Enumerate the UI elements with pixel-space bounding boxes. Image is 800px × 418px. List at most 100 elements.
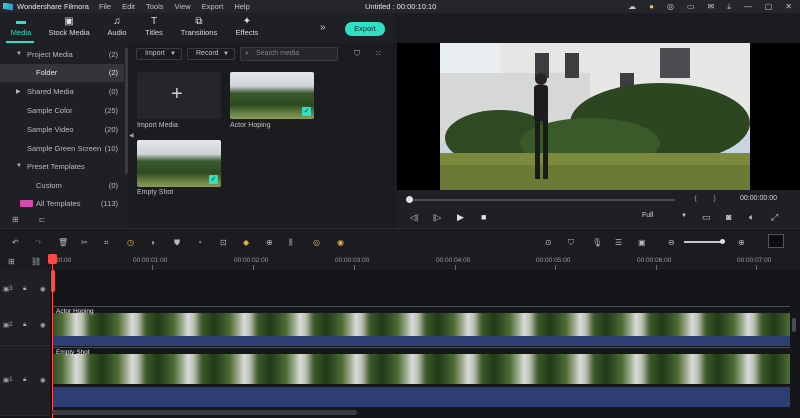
- next-marker-icon[interactable]: ⟩: [713, 194, 716, 203]
- record-dropdown[interactable]: Record ▼: [187, 48, 235, 60]
- cloud-icon[interactable]: ☁: [628, 2, 636, 11]
- menu-file[interactable]: File: [99, 2, 111, 11]
- menu-export[interactable]: Export: [202, 2, 224, 11]
- close-icon[interactable]: ✕: [785, 2, 792, 11]
- actor-hoping-thumbnail[interactable]: ✓: [230, 72, 314, 119]
- prev-marker-icon[interactable]: ⟨: [694, 194, 697, 203]
- voiceover-list-icon[interactable]: ☰: [615, 238, 622, 247]
- media-sidebar: ▼ Project Media (2) Folder (2) ▶ Shared Medi…: [0, 43, 128, 228]
- save-icon[interactable]: ▭: [687, 2, 695, 11]
- tab-media[interactable]: ▬ Media: [0, 16, 46, 37]
- maximize-icon[interactable]: ▢: [765, 2, 773, 11]
- keyframe-icon[interactable]: ◆: [243, 238, 249, 247]
- add-track-icon[interactable]: ⊞: [8, 257, 15, 266]
- download-icon[interactable]: ⤓: [727, 2, 731, 12]
- sidebar-item-all-templates[interactable]: All Templates (113): [0, 195, 124, 213]
- speed-icon[interactable]: ◷: [127, 238, 134, 247]
- new-folder-icon[interactable]: ⊞: [12, 215, 19, 224]
- sidebar-item-sample-video[interactable]: Sample Video (20): [0, 121, 124, 139]
- filter-icon[interactable]: ⛉: [354, 49, 360, 59]
- lightbulb-icon[interactable]: ●: [649, 2, 654, 11]
- zoom-in-icon[interactable]: ⊕: [738, 238, 745, 247]
- color-palette-icon[interactable]: ◑: [150, 238, 155, 247]
- play-icon[interactable]: ▶: [457, 212, 464, 223]
- empty-shot-thumbnail[interactable]: ✓: [137, 140, 221, 187]
- media-tabs: ▬ Media ▣ Stock Media ♫ Audio T Titles ⧉ Tran…: [0, 13, 395, 43]
- import-dropdown[interactable]: Import ▼: [136, 48, 182, 60]
- minimize-icon[interactable]: —: [744, 2, 752, 11]
- tab-titles[interactable]: T Titles: [129, 16, 179, 37]
- render-preview-icon[interactable]: ⊙: [545, 238, 552, 247]
- sidebar-item-custom[interactable]: Custom (0): [0, 177, 124, 195]
- tab-effects[interactable]: ✦ Effects: [222, 16, 272, 37]
- timeline-vertical-scrollbar[interactable]: [792, 318, 796, 332]
- export-button[interactable]: Export: [345, 22, 385, 36]
- menu-view[interactable]: View: [175, 2, 191, 11]
- eye-icon[interactable]: ◉: [40, 321, 46, 329]
- sidebar-item-project-media[interactable]: ▼ Project Media (2): [0, 46, 124, 64]
- sidebar-item-sample-green-screen[interactable]: Sample Green Screen (10): [0, 140, 124, 158]
- timeline-clip-empty-shot[interactable]: Empty Shot: [52, 347, 790, 407]
- redo-icon[interactable]: ↷: [35, 238, 42, 247]
- quality-dropdown[interactable]: Full ▼: [642, 212, 690, 224]
- preview-frame-image: [440, 43, 750, 190]
- fullscreen-icon[interactable]: ⤢: [771, 212, 778, 223]
- undo-icon[interactable]: ↶: [12, 238, 19, 247]
- lock-icon[interactable]: 🔒︎: [23, 321, 26, 329]
- timeline-horizontal-scrollbar[interactable]: [52, 410, 357, 415]
- menu-edit[interactable]: Edit: [122, 2, 135, 11]
- crop-icon[interactable]: ⌗: [104, 238, 109, 248]
- microphone-icon[interactable]: 🎙︎: [592, 238, 602, 247]
- auto-highlight-icon[interactable]: ◎: [313, 238, 320, 247]
- mail-icon[interactable]: ✉: [707, 2, 714, 11]
- monitor-icon[interactable]: ▭: [702, 212, 711, 223]
- ruler-tick-label: 00:00:07:00: [737, 257, 772, 264]
- subtitle-icon[interactable]: ▣: [638, 238, 646, 247]
- play-frame-icon[interactable]: |▷: [433, 213, 441, 222]
- delete-icon[interactable]: 🗑︎: [58, 238, 68, 247]
- menu-tools[interactable]: Tools: [146, 2, 164, 11]
- grid-view-icon[interactable]: ⁙: [375, 49, 382, 58]
- zoom-slider[interactable]: [684, 241, 724, 243]
- headset-icon[interactable]: ◎: [667, 2, 674, 11]
- sidebar-item-shared-media[interactable]: ▶ Shared Media (0): [0, 83, 124, 101]
- zoom-out-icon[interactable]: ⊖: [668, 238, 675, 247]
- sidebar-item-sample-color[interactable]: Sample Color (25): [0, 102, 124, 120]
- zoom-slider-handle[interactable]: [720, 239, 725, 244]
- new-badge-icon: [20, 200, 33, 207]
- sidebar-item-folder[interactable]: Folder (2): [0, 64, 124, 82]
- playback-progress-handle[interactable]: [406, 196, 413, 203]
- timeline-clip-actor-hoping[interactable]: Actor Hoping: [52, 306, 790, 346]
- stabilize-icon[interactable]: ⛊: [174, 238, 180, 248]
- folder-open-icon[interactable]: ⊏: [39, 215, 46, 224]
- stop-icon[interactable]: ■: [481, 212, 486, 222]
- eye-icon[interactable]: ◉: [40, 376, 46, 384]
- sidebar-item-preset-templates[interactable]: ▼ Preset Templates: [0, 158, 124, 176]
- silence-detect-icon[interactable]: ◉: [337, 238, 344, 247]
- tab-transitions[interactable]: ⧉ Transitions: [174, 16, 224, 37]
- menu-help[interactable]: Help: [234, 2, 249, 11]
- collapse-sidebar-arrow-icon[interactable]: ◀: [129, 132, 134, 139]
- tab-stock-media[interactable]: ▣ Stock Media: [44, 16, 94, 37]
- step-back-icon[interactable]: ◁|: [410, 213, 418, 222]
- search-media-input[interactable]: ⌕ Search media: [240, 47, 338, 61]
- layout-toggle-icon[interactable]: [768, 234, 784, 248]
- eye-icon[interactable]: ◉: [40, 285, 46, 293]
- filmora-logo-icon: [3, 2, 13, 11]
- volume-icon[interactable]: 🔈︎: [749, 212, 754, 223]
- fit-frame-icon[interactable]: ⊡: [220, 238, 227, 247]
- mask-icon[interactable]: ⊕: [266, 238, 273, 247]
- link-icon[interactable]: ⛓: [31, 257, 41, 266]
- more-tabs-chevron-icon[interactable]: »: [320, 22, 326, 33]
- clip-audio-waveform: [52, 336, 790, 346]
- camera-snapshot-icon[interactable]: ◙: [726, 212, 731, 222]
- lock-icon[interactable]: 🔒︎: [23, 376, 26, 384]
- marker-icon[interactable]: ⛉: [568, 238, 574, 248]
- playback-progress-track[interactable]: [409, 199, 675, 201]
- audio-mixer-icon[interactable]: ⫼: [289, 238, 293, 248]
- import-media-tile[interactable]: +: [137, 72, 221, 119]
- sidebar-scrollbar[interactable]: [125, 48, 128, 174]
- duration-clock-icon[interactable]: ◔: [197, 238, 202, 247]
- lock-icon[interactable]: 🔒︎: [23, 285, 26, 293]
- cut-icon[interactable]: ✂: [81, 238, 88, 247]
